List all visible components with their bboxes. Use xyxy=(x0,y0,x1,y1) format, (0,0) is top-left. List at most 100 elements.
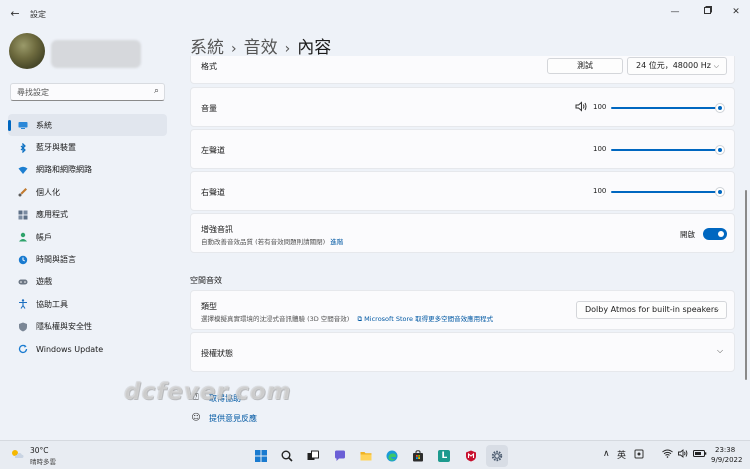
right-channel-slider[interactable] xyxy=(611,187,725,197)
volume-slider-thumb[interactable] xyxy=(715,103,725,113)
enhance-audio-card: 增強音訊 自動改善音效品質 (若有音效問題則請關閉) 進階 開啟 xyxy=(190,213,735,253)
taskbar-apps: L xyxy=(250,445,512,467)
accounts-icon xyxy=(18,232,28,242)
start-icon[interactable] xyxy=(250,445,272,467)
ime-indicator[interactable]: 英 xyxy=(617,448,626,461)
test-button[interactable]: 測試 xyxy=(547,58,623,74)
privacy-icon xyxy=(18,322,28,332)
file-explorer-icon[interactable] xyxy=(355,445,377,467)
network-icon xyxy=(18,165,28,175)
volume-slider[interactable] xyxy=(611,103,725,113)
weather-temperature[interactable]: 30°C xyxy=(30,446,49,455)
avatar[interactable] xyxy=(9,33,45,69)
battery-icon[interactable] xyxy=(693,449,707,461)
search-icon: ⌕ xyxy=(153,86,159,96)
sidebar-item-network[interactable]: 網路和網際網路 xyxy=(8,159,167,181)
maximize-button[interactable] xyxy=(700,5,716,19)
app-title: 設定 xyxy=(30,10,46,19)
spatial-type-label: 類型 xyxy=(201,302,217,311)
sidebar-item-privacy[interactable]: 隱私權與安全性 xyxy=(8,316,167,338)
volume-slider-track xyxy=(611,107,721,109)
sidebar-item-accounts[interactable]: 帳戶 xyxy=(8,226,167,248)
wifi-icon[interactable] xyxy=(662,449,673,461)
give-feedback-link[interactable]: ☺ 提供意見反應 xyxy=(190,412,257,424)
breadcrumb-properties: 內容 xyxy=(297,38,332,58)
sidebar-item-gaming[interactable]: 遊戲 xyxy=(8,271,167,293)
sidebar-item-label: 隱私權與安全性 xyxy=(36,322,92,332)
clock-time[interactable]: 23:38 xyxy=(715,446,735,454)
search-icon[interactable] xyxy=(276,445,298,467)
settings-icon[interactable] xyxy=(485,445,508,467)
chevron-down-icon: ⌵ xyxy=(713,62,719,70)
volume-tray-icon[interactable] xyxy=(678,449,689,461)
taskbar: 30°C 晴時多雲 L ∧ 英 23:38 9/9/2022 xyxy=(0,440,750,469)
accessibility-icon xyxy=(18,299,28,310)
breadcrumb-system[interactable]: 系統 xyxy=(190,38,224,58)
back-button[interactable]: ← xyxy=(8,7,22,21)
ime-mode-icon[interactable] xyxy=(634,449,644,462)
sidebar-item-label: 網路和網際網路 xyxy=(36,165,92,175)
format-select[interactable]: 24 位元，48000 Hz ⌵ xyxy=(627,57,727,75)
spatial-type-select[interactable]: Dolby Atmos for built-in speakers ⌵ xyxy=(576,301,727,319)
close-button[interactable]: ✕ xyxy=(728,5,744,19)
chat-icon[interactable] xyxy=(329,445,351,467)
l-app-icon[interactable]: L xyxy=(433,445,455,467)
left-channel-slider-thumb[interactable] xyxy=(715,145,725,155)
right-channel-card: 右聲道 100 xyxy=(190,171,735,211)
enhance-audio-toggle[interactable] xyxy=(703,228,727,240)
sidebar-item-label: 帳戶 xyxy=(36,232,52,242)
search-input[interactable] xyxy=(17,86,147,98)
minimize-button[interactable]: — xyxy=(667,5,683,19)
sidebar-item-time-language[interactable]: 時間與語言 xyxy=(8,248,167,270)
advanced-link[interactable]: 進階 xyxy=(330,238,343,246)
clock-date[interactable]: 9/9/2022 xyxy=(711,456,742,464)
format-label: 格式 xyxy=(201,62,217,71)
sidebar-item-label: 系統 xyxy=(36,120,52,130)
chevron-down-icon[interactable]: ⌵ xyxy=(717,346,723,356)
watermark: dcfever.com xyxy=(124,379,292,405)
right-channel-label: 右聲道 xyxy=(201,188,225,197)
show-hidden-icons-icon[interactable]: ∧ xyxy=(603,449,610,459)
mcafee-icon[interactable] xyxy=(460,445,482,467)
external-link-icon: ⧉ xyxy=(357,315,363,323)
right-channel-slider-thumb[interactable] xyxy=(715,187,725,197)
give-feedback-label: 提供意見反應 xyxy=(209,413,257,423)
sidebar-item-label: 個人化 xyxy=(36,187,60,197)
sidebar-item-bluetooth[interactable]: 藍牙與裝置 xyxy=(8,136,167,158)
scrollbar[interactable] xyxy=(745,190,747,380)
left-channel-slider[interactable] xyxy=(611,145,725,155)
enhance-audio-label: 增強音訊 xyxy=(201,225,233,234)
sidebar-item-label: 遊戲 xyxy=(36,277,52,287)
format-card: 格式 測試 24 位元，48000 Hz ⌵ xyxy=(190,56,735,84)
left-channel-card: 左聲道 100 xyxy=(190,129,735,169)
spatial-type-card: 類型 選擇模擬真實環境的沈浸式音訊體驗 (3D 空間音效) ⧉ Microsof… xyxy=(190,290,735,330)
left-channel-slider-track xyxy=(611,149,721,151)
sidebar-item-label: 時間與語言 xyxy=(36,255,76,265)
sidebar-item-apps[interactable]: 應用程式 xyxy=(8,204,167,226)
speaker-icon[interactable] xyxy=(575,101,588,114)
store-icon[interactable] xyxy=(407,445,429,467)
sidebar-item-system[interactable]: 系統 xyxy=(8,114,167,137)
search-box[interactable]: ⌕ xyxy=(10,83,165,101)
sidebar-item-windows-update[interactable]: Windows Update xyxy=(8,338,167,360)
settings-window: ← 設定 — ✕ ⌕ 系統 藍牙與裝置 網路和網際網路 個人化 xyxy=(0,0,750,440)
personalization-icon xyxy=(18,187,28,197)
task-view-icon[interactable] xyxy=(302,445,324,467)
edge-icon[interactable] xyxy=(381,445,403,467)
spatial-type-description: 選擇模擬真實環境的沈浸式音訊體驗 (3D 空間音效) ⧉ Microsoft S… xyxy=(201,313,493,324)
store-link[interactable]: ⧉ Microsoft Store 取得更多空間音效應用程式 xyxy=(357,315,493,323)
spatial-sound-heading: 空間音效 xyxy=(190,276,222,285)
sidebar-item-label: Windows Update xyxy=(36,344,104,354)
license-status-card[interactable]: 授權狀態 ⌵ xyxy=(190,332,735,372)
weather-icon[interactable] xyxy=(10,448,24,460)
feedback-icon: ☺ xyxy=(191,413,201,423)
sidebar-item-personalization[interactable]: 個人化 xyxy=(8,181,167,203)
format-select-value: 24 位元，48000 Hz xyxy=(636,61,711,70)
sidebar-item-label: 協助工具 xyxy=(36,299,68,309)
breadcrumb-sound[interactable]: 音效 xyxy=(244,38,278,58)
enhance-audio-description: 自動改善音效品質 (若有音效問題則請關閉) 進階 xyxy=(201,236,343,246)
weather-description[interactable]: 晴時多雲 xyxy=(30,456,56,466)
sidebar-item-accessibility[interactable]: 協助工具 xyxy=(8,293,167,315)
gaming-icon xyxy=(18,277,28,287)
enhance-audio-state: 開啟 xyxy=(680,230,695,239)
